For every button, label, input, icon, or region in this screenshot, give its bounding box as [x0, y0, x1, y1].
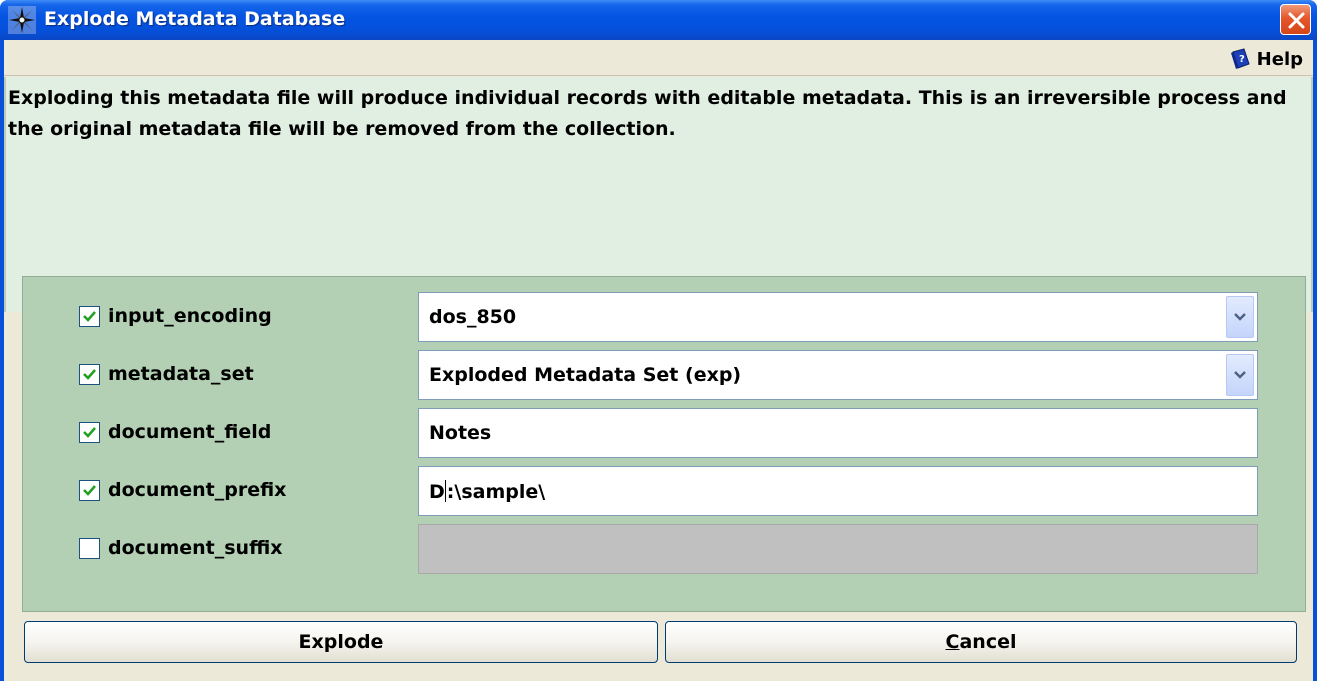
- input-encoding-dropdown-button[interactable]: [1226, 296, 1254, 338]
- checkmark-icon: [83, 427, 96, 438]
- document-suffix-label: document_suffix: [108, 537, 283, 559]
- svg-text:?: ?: [1239, 54, 1245, 65]
- cancel-button-label: Cancel: [945, 631, 1017, 653]
- document-suffix-checkbox[interactable]: [79, 538, 100, 559]
- checkmark-icon: [83, 311, 96, 322]
- option-row-document-field: document_field Notes: [23, 408, 1307, 458]
- chevron-down-icon: [1234, 371, 1246, 379]
- metadata-set-value: Exploded Metadata Set (exp): [429, 364, 742, 386]
- chevron-down-icon: [1234, 313, 1246, 321]
- prefix-text-after-caret: :\sample\: [446, 481, 546, 503]
- checkmark-icon: [83, 369, 96, 380]
- dialog-window: Explode Metadata Database ? Help Explodi…: [0, 0, 1317, 681]
- options-panel: input_encoding dos_850 metadata_set Expl…: [22, 276, 1306, 612]
- metadata-set-dropdown-button[interactable]: [1226, 354, 1254, 396]
- document-field-input[interactable]: Notes: [418, 408, 1258, 458]
- input-encoding-label: input_encoding: [108, 305, 272, 327]
- checkmark-icon: [83, 485, 96, 496]
- document-field-value: Notes: [429, 422, 492, 444]
- option-row-document-prefix: document_prefix D:\sample\: [23, 466, 1307, 516]
- explode-button-label: Explode: [298, 631, 384, 653]
- help-book-icon: ?: [1230, 48, 1250, 69]
- compass-star-icon: [8, 6, 36, 34]
- metadata-set-dropdown[interactable]: Exploded Metadata Set (exp): [418, 350, 1258, 400]
- dialog-body: ? Help Exploding this metadata file will…: [4, 40, 1313, 681]
- metadata-set-label: metadata_set: [108, 363, 254, 385]
- document-field-label: document_field: [108, 421, 272, 443]
- close-icon: [1288, 12, 1305, 29]
- document-prefix-label: document_prefix: [108, 479, 287, 501]
- input-encoding-value: dos_850: [429, 306, 517, 328]
- document-prefix-value: D:\sample\: [429, 480, 545, 503]
- explode-button[interactable]: Explode: [24, 621, 658, 663]
- help-bar: ? Help: [4, 40, 1313, 76]
- option-row-metadata-set: metadata_set Exploded Metadata Set (exp): [23, 350, 1307, 400]
- help-button[interactable]: ? Help: [1230, 47, 1303, 71]
- title-bar[interactable]: Explode Metadata Database: [0, 0, 1317, 40]
- document-suffix-input: [418, 524, 1258, 574]
- close-button[interactable]: [1280, 4, 1311, 35]
- cancel-button[interactable]: Cancel: [665, 621, 1297, 663]
- description-text: Exploding this metadata file will produc…: [8, 87, 1287, 140]
- option-row-input-encoding: input_encoding dos_850: [23, 292, 1307, 342]
- help-label: Help: [1256, 48, 1303, 70]
- window-title: Explode Metadata Database: [44, 8, 346, 30]
- input-encoding-dropdown[interactable]: dos_850: [418, 292, 1258, 342]
- document-prefix-input[interactable]: D:\sample\: [418, 466, 1258, 516]
- button-bar: Explode Cancel: [4, 613, 1313, 681]
- option-row-document-suffix: document_suffix: [23, 524, 1307, 574]
- document-prefix-checkbox[interactable]: [79, 480, 100, 501]
- text-caret: [444, 480, 446, 502]
- document-field-checkbox[interactable]: [79, 422, 100, 443]
- metadata-set-checkbox[interactable]: [79, 364, 100, 385]
- prefix-text-before-caret: D: [429, 481, 445, 503]
- input-encoding-checkbox[interactable]: [79, 306, 100, 327]
